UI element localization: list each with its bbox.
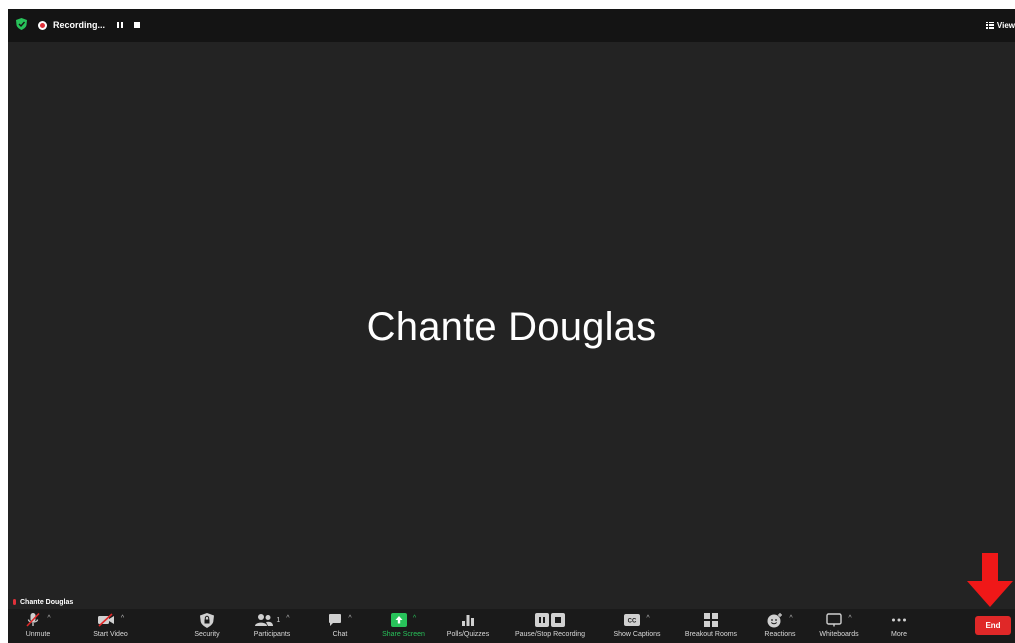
show-captions-label: Show Captions (613, 631, 661, 638)
end-meeting-button[interactable]: End (975, 616, 1011, 635)
unmute-label: Unmute (25, 631, 51, 638)
view-label: View (996, 20, 1015, 30)
reactions-caret-icon[interactable]: ^ (789, 615, 792, 622)
view-button[interactable]: View (985, 18, 1015, 32)
polls-quizzes-label: Polls/Quizzes (446, 631, 490, 638)
video-off-icon (97, 613, 114, 627)
video-options-caret-icon[interactable]: ^ (121, 615, 124, 622)
reactions-button[interactable]: ^ Reactions (758, 611, 802, 643)
recording-indicator: Recording... (38, 17, 141, 33)
whiteboards-button[interactable]: ^ Whiteboards (812, 611, 866, 643)
stop-recording-icon (551, 613, 565, 627)
meeting-window: Recording... View Chante Douglas Chante … (8, 9, 1015, 643)
top-bar: Recording... View (8, 9, 1015, 42)
participants-icon (255, 614, 274, 626)
chat-caret-icon[interactable]: ^ (348, 615, 351, 622)
grid-view-icon (985, 21, 994, 29)
participants-caret-icon[interactable]: ^ (286, 615, 289, 622)
security-shield-icon (200, 612, 214, 628)
start-video-label: Start Video (93, 631, 128, 638)
pause-stop-recording-button[interactable]: Pause/Stop Recording (504, 611, 596, 643)
start-video-button[interactable]: ^ Start Video (83, 611, 138, 643)
breakout-rooms-label: Breakout Rooms (684, 631, 738, 638)
share-screen-button[interactable]: ^ Share Screen (375, 611, 432, 643)
chat-button[interactable]: ^ Chat (326, 611, 354, 643)
security-label: Security (194, 631, 220, 638)
pause-recording-icon[interactable] (117, 22, 124, 28)
pause-stop-recording-label: Pause/Stop Recording (514, 631, 586, 638)
more-label: More (891, 631, 907, 638)
polls-bar-chart-icon (462, 615, 474, 626)
reactions-label: Reactions (764, 631, 796, 638)
share-screen-label: Share Screen (382, 631, 425, 638)
show-captions-button[interactable]: CC ^ Show Captions (605, 611, 669, 643)
red-arrow-annotation-icon (967, 553, 1013, 607)
security-shield-icon[interactable] (16, 18, 27, 30)
participants-button[interactable]: 1 ^ Participants (246, 611, 298, 643)
reactions-smiley-icon (767, 612, 783, 627)
self-view-name: Chante Douglas (20, 598, 74, 606)
more-dots-icon (892, 618, 906, 622)
active-speaker-name: Chante Douglas (366, 305, 657, 349)
recording-dot-icon (38, 20, 47, 30)
recording-label: Recording... (53, 20, 106, 30)
svg-text:CC: CC (628, 619, 637, 625)
share-options-caret-icon[interactable]: ^ (413, 615, 416, 622)
chat-bubble-icon (329, 614, 342, 626)
share-screen-icon (390, 613, 407, 627)
breakout-rooms-icon (704, 613, 718, 627)
muted-microphone-icon (26, 612, 40, 627)
participants-label: Participants (253, 631, 291, 638)
captions-caret-icon[interactable]: ^ (646, 615, 649, 622)
stop-recording-icon[interactable] (134, 22, 141, 28)
self-view-label: Chante Douglas (13, 597, 73, 607)
meeting-toolbar: ^ Unmute ^ Start Video Security 1 ^ Part… (8, 609, 1015, 643)
pause-recording-icon (535, 613, 549, 627)
breakout-rooms-button[interactable]: Breakout Rooms (677, 611, 745, 643)
whiteboard-icon (826, 613, 843, 627)
polls-quizzes-button[interactable]: Polls/Quizzes (440, 611, 496, 643)
participants-count: 1 (276, 616, 281, 624)
security-button[interactable]: Security (190, 611, 224, 643)
audio-options-caret-icon[interactable]: ^ (47, 615, 50, 622)
chat-label: Chat (332, 631, 348, 638)
muted-mic-icon (13, 599, 16, 605)
whiteboards-label: Whiteboards (819, 631, 859, 638)
closed-captions-icon: CC (624, 614, 641, 626)
more-button[interactable]: More (884, 611, 914, 643)
unmute-button[interactable]: ^ Unmute (18, 611, 58, 643)
whiteboards-caret-icon[interactable]: ^ (848, 615, 851, 622)
